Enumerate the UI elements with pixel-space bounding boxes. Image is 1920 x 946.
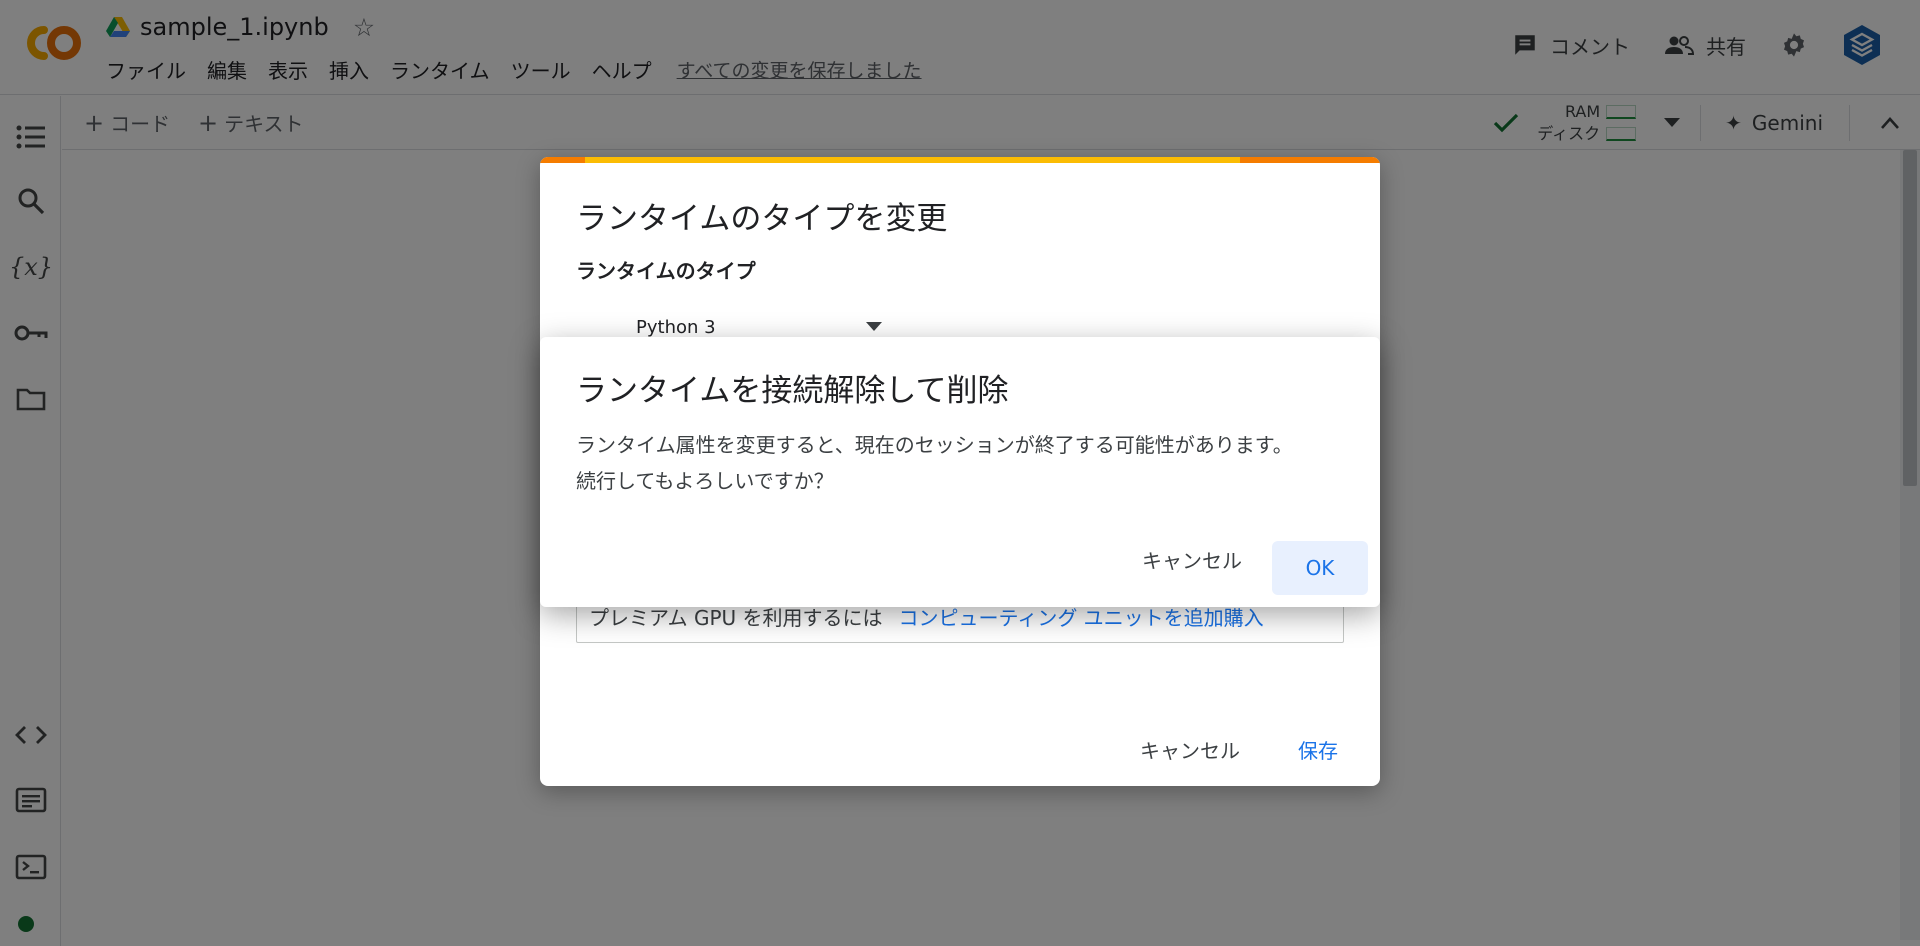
progress-bar-fill	[585, 157, 1240, 163]
cancel-button[interactable]: キャンセル	[1140, 735, 1240, 764]
chevron-down-icon[interactable]	[866, 322, 882, 332]
dialog-message-line: ランタイム属性を変更すると、現在のセッションが終了する可能性があります。	[576, 433, 1293, 457]
ok-button[interactable]: OK	[1272, 541, 1368, 595]
cancel-button[interactable]: キャンセル	[1142, 545, 1242, 574]
dialog-title: ランタイムを接続解除して削除	[576, 373, 1009, 409]
dialog-message: ランタイム属性を変更すると、現在のセッションが終了する可能性があります。 続行し…	[576, 427, 1356, 499]
progress-bar	[540, 157, 1380, 163]
runtime-type-select[interactable]: Python 3	[636, 317, 716, 338]
dialog-title: ランタイムのタイプを変更	[576, 201, 948, 237]
save-button[interactable]: 保存	[1298, 735, 1338, 764]
dialog-message-line: 続行してもよろしいですか？	[576, 469, 834, 493]
runtime-type-label: ランタイムのタイプ	[576, 259, 756, 283]
disconnect-confirm-dialog: ランタイムを接続解除して削除 ランタイム属性を変更すると、現在のセッションが終了…	[540, 337, 1380, 607]
